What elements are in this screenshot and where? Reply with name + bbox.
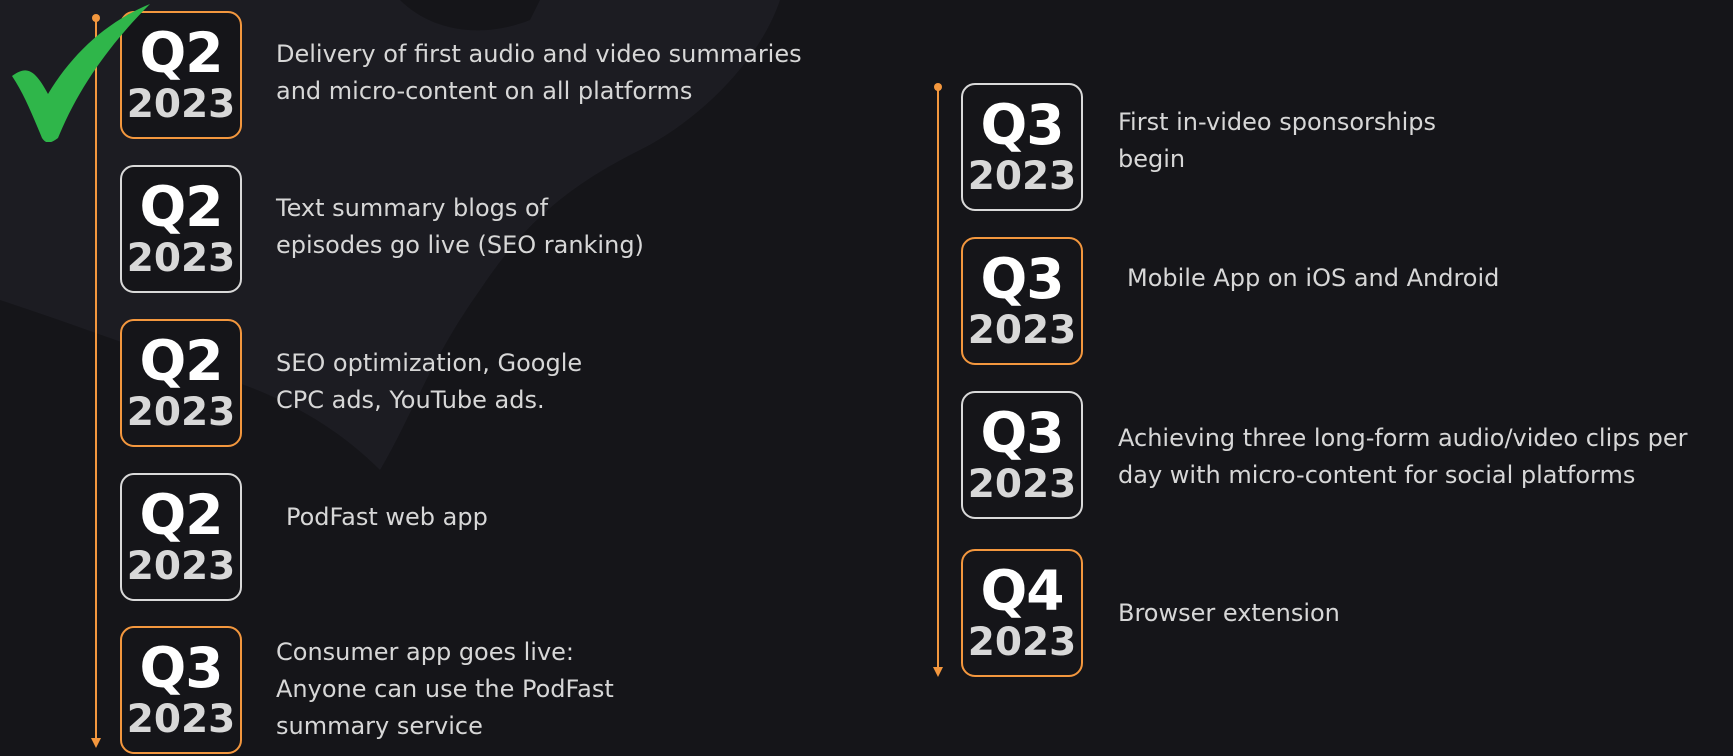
badge-quarter: Q3: [139, 636, 223, 700]
badge-year: 2023: [126, 697, 236, 742]
milestone-badge: Q2 2023: [120, 473, 242, 601]
milestone-description: Mobile App on iOS and Android: [1127, 264, 1500, 292]
checkmark-icon: [12, 4, 150, 142]
badge-year: 2023: [967, 154, 1077, 199]
milestone-description: Delivery of first audio and video summar…: [276, 40, 802, 105]
badge-year: 2023: [967, 308, 1077, 353]
badge-year: 2023: [126, 236, 236, 281]
right-timeline-line: [937, 87, 939, 667]
milestone-description: SEO optimization, Google CPC ads, YouTub…: [276, 349, 583, 414]
milestone-badge: Q2 2023: [120, 319, 242, 447]
badge-quarter: Q3: [980, 401, 1064, 465]
badge-year: 2023: [126, 390, 236, 435]
badge-year: 2023: [967, 462, 1077, 507]
milestone-description: Achieving three long-form audio/video cl…: [1118, 424, 1688, 489]
milestone-description: Consumer app goes live: Anyone can use t…: [276, 638, 614, 740]
badge-quarter: Q3: [980, 247, 1064, 311]
badge-quarter: Q3: [980, 93, 1064, 157]
badge-quarter: Q2: [139, 175, 223, 239]
milestone-badge: Q3 2023: [961, 83, 1083, 211]
milestone-description: Text summary blogs of episodes go live (…: [276, 194, 644, 259]
milestone-description: PodFast web app: [286, 503, 488, 531]
milestone-badge: Q3 2023: [961, 237, 1083, 365]
milestone-description: Browser extension: [1118, 599, 1340, 627]
badge-year: 2023: [126, 544, 236, 589]
badge-year: 2023: [967, 620, 1077, 665]
badge-quarter: Q2: [139, 329, 223, 393]
badge-quarter: Q2: [139, 483, 223, 547]
badge-quarter: Q4: [980, 559, 1064, 623]
milestone-badge: Q2 2023: [120, 165, 242, 293]
background-decoration: [0, 0, 780, 470]
right-timeline-arrow-icon: [933, 667, 943, 677]
right-timeline: [930, 83, 946, 677]
milestone-badge: Q4 2023: [961, 549, 1083, 677]
milestone-badge: Q3 2023: [961, 391, 1083, 519]
milestone-badge: Q3 2023: [120, 626, 242, 754]
left-timeline-arrow-icon: [91, 738, 101, 748]
milestone-description: First in-video sponsorships begin: [1118, 108, 1437, 173]
